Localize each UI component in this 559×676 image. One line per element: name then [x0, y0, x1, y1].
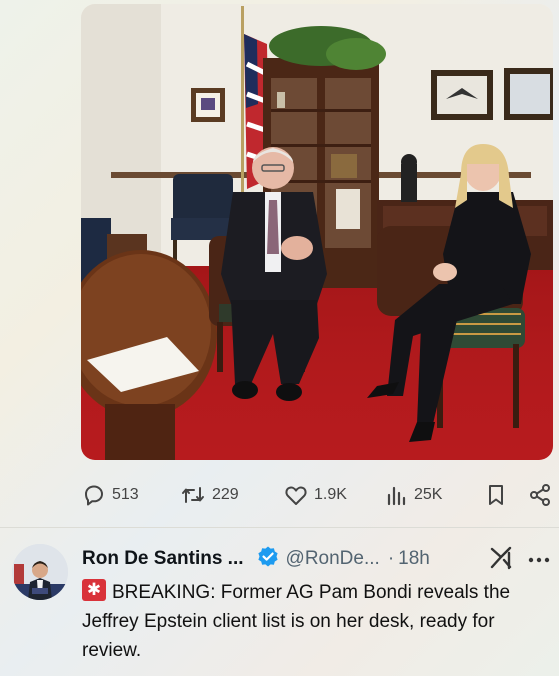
- siren-icon: [82, 579, 106, 601]
- like-count: 1.9K: [314, 486, 347, 503]
- more-icon: [528, 557, 550, 563]
- bookmark-icon: [489, 485, 503, 505]
- tweet[interactable]: Ron De Santins ... @RonDe... · 18h BREAK…: [0, 528, 559, 676]
- repost-count: 229: [212, 486, 239, 503]
- reply-count: 513: [112, 486, 139, 503]
- bookmark-button[interactable]: [485, 483, 507, 507]
- author-handle[interactable]: @RonDe...: [286, 548, 380, 570]
- repost-button[interactable]: 229: [180, 483, 239, 507]
- analytics-icon: [387, 486, 406, 506]
- reply-icon: [85, 485, 103, 506]
- post-photo[interactable]: [81, 4, 553, 460]
- view-count: 25K: [414, 486, 443, 503]
- repost-icon: [182, 487, 204, 503]
- tweet-text: BREAKING: Former AG Pam Bondi reveals th…: [82, 582, 511, 661]
- reply-button[interactable]: 513: [82, 483, 139, 507]
- office-photo-image: [81, 4, 553, 460]
- post-time[interactable]: 18h: [398, 548, 430, 570]
- like-button[interactable]: 1.9K: [284, 484, 347, 506]
- heart-icon: [285, 486, 307, 505]
- meta-separator: ·: [387, 548, 395, 569]
- grok-button[interactable]: [489, 545, 515, 576]
- tweet-body: BREAKING: Former AG Pam Bondi reveals th…: [82, 578, 552, 665]
- post-action-bar: 513 229 1.9K 25K: [80, 478, 554, 512]
- grok-icon: [490, 546, 512, 570]
- verified-badge-icon: [256, 545, 280, 574]
- more-options-button[interactable]: [528, 552, 550, 570]
- author-name[interactable]: Ron De Santins ...: [82, 548, 244, 570]
- views-button[interactable]: 25K: [386, 484, 442, 506]
- avatar[interactable]: [12, 544, 68, 600]
- share-icon: [530, 484, 550, 506]
- tweet-header: Ron De Santins ... @RonDe... · 18h: [82, 546, 552, 572]
- avatar-image: [12, 544, 68, 600]
- share-button[interactable]: [528, 483, 552, 507]
